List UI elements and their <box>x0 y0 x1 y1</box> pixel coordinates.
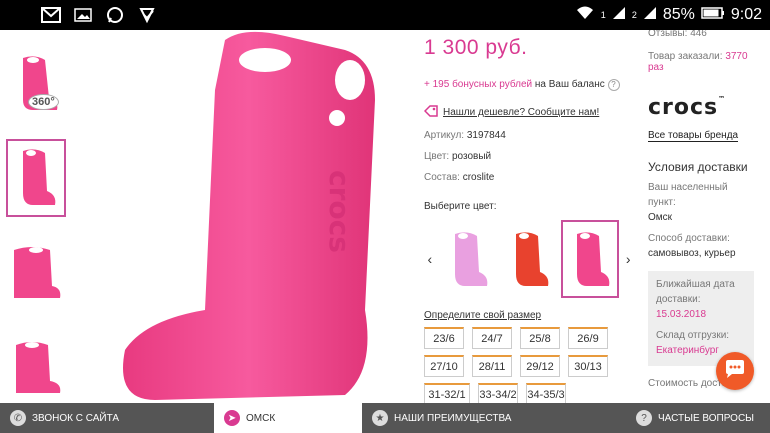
color-row: Цвет: розовый <box>424 151 634 162</box>
battery-icon <box>701 6 725 24</box>
gmail-icon <box>40 6 62 24</box>
article-value: 3197844 <box>466 130 506 141</box>
locality-value[interactable]: Омск <box>648 210 758 225</box>
sidebar: Отзывы: 446 Товар заказали: 3770 раз cro… <box>648 30 758 389</box>
signal-icon <box>612 6 626 25</box>
article-label: Артикул: <box>424 130 467 141</box>
bonus-amount: + 195 бонусных рублей <box>424 79 533 90</box>
choose-color-label: Выберите цвет: <box>424 201 497 212</box>
bottom-bar: ✆ ЗВОНОК С САЙТА ➤ ОМСК ★ НАШИ ПРЕИМУЩЕС… <box>0 403 770 433</box>
status-bar: 1 2 85% 9:02 <box>0 0 770 30</box>
product-page: 360° crocs 1 300 руб. + 195 бонусных руб… <box>0 30 770 403</box>
star-icon: ★ <box>372 410 388 426</box>
material-value: croslite <box>462 172 495 183</box>
size-grid: 23/6 24/7 25/8 26/9 27/10 28/11 29/12 30… <box>424 327 644 403</box>
locality-label: Ваш населенный пункт: <box>648 182 728 208</box>
question-icon: ? <box>636 410 652 426</box>
sim2-label: 2 <box>631 10 637 20</box>
call-label: ЗВОНОК С САЙТА <box>32 412 120 424</box>
size-option[interactable]: 26/9 <box>568 327 608 349</box>
color-label: Цвет: <box>424 151 452 162</box>
gallery-icon <box>72 6 94 24</box>
download-check-icon <box>136 6 158 24</box>
signal2-icon <box>643 6 657 25</box>
ordered-label: Товар заказали: <box>648 51 726 62</box>
size-option[interactable]: 28/11 <box>472 355 512 377</box>
city-button[interactable]: ➤ ОМСК <box>214 403 362 433</box>
chat-icon <box>724 359 746 384</box>
color-option-red[interactable] <box>500 220 558 298</box>
article-row: Артикул: 3197844 <box>424 130 634 141</box>
nearest-value: 15.03.2018 <box>656 309 707 320</box>
sim1-label: 1 <box>600 10 606 20</box>
color-option-pink[interactable] <box>561 220 620 298</box>
faq-label: ЧАСТЫЕ ВОПРОСЫ <box>658 412 755 424</box>
call-button[interactable]: ✆ ЗВОНОК С САЙТА <box>0 403 214 433</box>
method-value: самовывоз, курьер <box>648 248 736 259</box>
battery-percent: 85% <box>662 6 695 23</box>
tag-icon <box>423 105 438 120</box>
thumbnail-selected[interactable] <box>6 139 66 217</box>
size-guide-link[interactable]: Определите свой размер <box>424 310 634 321</box>
cheaper-link[interactable]: Нашли дешевле? Сообщите нам! <box>423 105 634 120</box>
price: 1 300 руб. <box>424 36 528 59</box>
city-label: ОМСК <box>246 412 276 424</box>
method-label: Способ доставки: <box>648 233 730 244</box>
faq-button[interactable]: ? ЧАСТЫЕ ВОПРОСЫ <box>626 403 770 433</box>
delivery-details: Ваш населенный пункт: Омск Способ достав… <box>648 180 758 261</box>
rotate-360-icon: 360° <box>28 94 59 110</box>
color-value: розовый <box>451 151 492 162</box>
location-arrow-icon: ➤ <box>224 410 240 426</box>
ordered-row: Товар заказали: 3770 раз <box>648 51 758 73</box>
clock: 9:02 <box>730 6 762 23</box>
color-option-lilac[interactable] <box>439 220 497 298</box>
size-option[interactable]: 33-34/2 <box>478 383 518 403</box>
size-option[interactable]: 34-35/3 <box>526 383 566 403</box>
size-option[interactable]: 23/6 <box>424 327 464 349</box>
wifi-icon <box>575 5 595 26</box>
advantages-button[interactable]: ★ НАШИ ПРЕИМУЩЕСТВА <box>362 403 626 433</box>
chevron-right-icon[interactable]: › <box>622 251 634 267</box>
advantages-label: НАШИ ПРЕИМУЩЕСТВА <box>394 412 512 424</box>
thumbnail-back[interactable] <box>6 329 66 403</box>
brand-logo-text: crocs <box>648 95 719 120</box>
thumbnail-list: 360° <box>6 30 70 403</box>
warehouse-label: Склад отгрузки: <box>656 330 730 341</box>
size-option[interactable]: 25/8 <box>520 327 560 349</box>
chevron-left-icon[interactable]: ‹ <box>424 251 436 267</box>
whatsapp-icon <box>104 6 126 24</box>
delivery-heading: Условия доставки <box>648 160 748 174</box>
all-brand-link[interactable]: Все товары бренда <box>648 130 739 142</box>
product-info: 1 300 руб. + 195 бонусных рублей на Ваш … <box>423 30 634 403</box>
thumbnail-side[interactable] <box>6 234 66 312</box>
bonus-line: + 195 бонусных рублей на Ваш баланс ? <box>424 79 634 91</box>
material-label: Состав: <box>424 172 463 183</box>
bonus-text: на Ваш баланс <box>532 79 605 90</box>
svg-text:crocs: crocs <box>323 170 356 253</box>
bonus-help-icon[interactable]: ? <box>607 79 620 91</box>
size-option[interactable]: 24/7 <box>472 327 512 349</box>
reviews-count[interactable]: Отзывы: 446 <box>648 30 758 39</box>
size-option[interactable]: 27/10 <box>424 355 464 377</box>
chat-button[interactable] <box>716 352 754 390</box>
size-option[interactable]: 29/12 <box>520 355 560 377</box>
cheaper-text: Нашли дешевле? Сообщите нам! <box>443 107 600 118</box>
size-option[interactable]: 30/13 <box>568 355 608 377</box>
thumbnail-360[interactable]: 360° <box>6 44 66 122</box>
nearest-label: Ближайшая дата доставки: <box>656 279 735 305</box>
main-product-image[interactable]: crocs <box>85 30 405 403</box>
size-option[interactable]: 31-32/1 <box>424 383 470 403</box>
color-selector: ‹ › <box>424 220 634 298</box>
material-row: Состав: croslite <box>424 172 634 183</box>
phone-icon: ✆ <box>10 410 26 426</box>
brand-logo[interactable]: crocs™ <box>648 95 758 120</box>
